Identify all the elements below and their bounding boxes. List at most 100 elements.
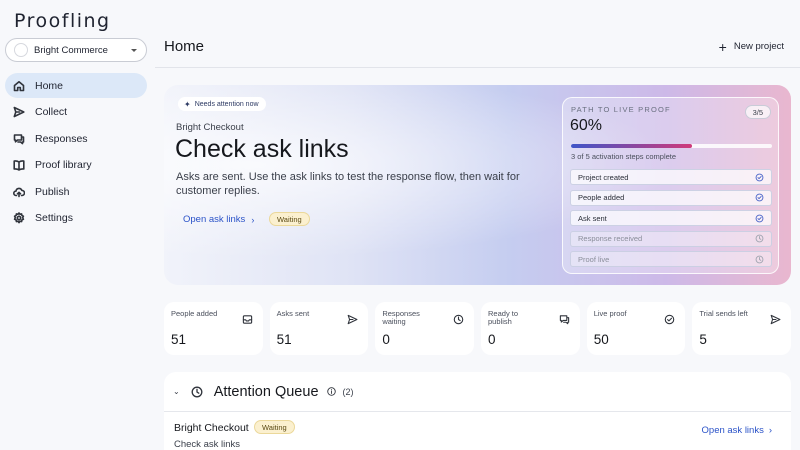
attention-queue-header: ⌄ Attention Queue (2) — [164, 372, 791, 412]
book-icon — [13, 160, 25, 171]
path-step-label: Response received — [578, 234, 643, 243]
sidebar-item-responses[interactable]: Responses — [5, 126, 147, 151]
plus-icon: + — [718, 38, 727, 55]
status-badge: Waiting — [254, 420, 295, 434]
queue-open-ask-links-link[interactable]: Open ask links › — [702, 425, 772, 436]
sidebar-item-label: Responses — [35, 132, 88, 145]
stat-card: Live proof 50 — [586, 302, 686, 355]
stat-label: People added — [171, 309, 218, 318]
stat-value: 0 — [382, 332, 390, 347]
sidebar: Proofling Bright Commerce Home Collect R… — [0, 0, 155, 450]
sidebar-item-label: Proof library — [35, 159, 92, 171]
hero-description: Asks are sent. Use the ask links to test… — [176, 171, 520, 197]
hero-project-name: Bright Checkout — [176, 122, 244, 133]
stat-value: 51 — [276, 332, 292, 347]
clock-icon — [453, 314, 464, 325]
path-steps-summary: 3 of 5 activation steps complete — [571, 152, 677, 161]
home-icon — [13, 80, 25, 91]
info-icon[interactable] — [326, 387, 336, 396]
sidebar-item-home[interactable]: Home — [5, 73, 147, 98]
path-to-live-panel: PATH TO LIVE PROOF 3/5 60% 3 of 5 activa… — [562, 97, 779, 274]
stat-label: Responses waiting — [382, 309, 420, 326]
send-icon — [770, 314, 781, 325]
stat-card: Asks sent 51 — [269, 302, 369, 355]
clock-icon — [755, 255, 764, 263]
path-step: Proof live — [570, 251, 772, 267]
path-step: People added — [570, 189, 772, 206]
gear-icon — [13, 212, 25, 224]
app-logo[interactable]: Proofling — [14, 10, 111, 32]
attention-hero-card: ✦ Needs attention now Bright Checkout Ch… — [164, 85, 791, 285]
sidebar-nav: Home Collect Responses Proof library Pub… — [5, 73, 147, 232]
workspace-avatar — [14, 43, 28, 57]
path-step-count-badge: 3/5 — [744, 105, 771, 119]
stats-row: People added 51 Asks sent 51 Responses waiti… — [164, 302, 792, 355]
sidebar-item-collect[interactable]: Collect — [5, 100, 147, 125]
chat-icon — [559, 315, 569, 325]
stat-value: 5 — [699, 332, 707, 347]
sidebar-item-label: Collect — [35, 106, 68, 118]
path-step-label: Project created — [578, 172, 629, 182]
workspace-name: Bright Commerce — [34, 44, 108, 56]
check-circle-icon — [755, 173, 764, 181]
stat-label: Trial sends left — [699, 309, 748, 318]
open-ask-links-label: Open ask links — [183, 214, 246, 225]
stat-card: Trial sends left 5 — [692, 302, 792, 355]
sidebar-item-proof-library[interactable]: Proof library — [5, 153, 147, 178]
check-circle-icon — [755, 193, 764, 202]
sidebar-item-label: Settings — [35, 212, 73, 224]
page-header: Home + New project — [155, 0, 800, 68]
workspace-switcher[interactable]: Bright Commerce — [5, 38, 147, 62]
stat-label: Live proof — [593, 309, 627, 318]
send-icon — [347, 314, 358, 325]
stat-card: Ready to publish 0 — [481, 302, 580, 355]
path-step-label: Ask sent — [578, 213, 607, 223]
collapse-chevron-icon[interactable]: ⌄ — [173, 387, 180, 396]
new-project-label: New project — [733, 41, 784, 52]
chevron-right-icon: › — [251, 214, 255, 225]
path-step: Ask sent — [570, 210, 772, 226]
stat-label: Ready to publish — [488, 309, 519, 326]
queue-row-title: Bright Checkout — [174, 422, 249, 434]
path-progress-bar — [571, 144, 772, 148]
caret-down-icon — [131, 48, 137, 52]
open-ask-links-link[interactable]: Open ask links › — [183, 214, 254, 225]
stat-value: 0 — [488, 332, 496, 347]
stat-card: Responses waiting 0 — [375, 302, 475, 355]
page-title: Home — [164, 38, 205, 55]
path-step: Project created — [570, 169, 772, 185]
sidebar-item-publish[interactable]: Publish — [5, 179, 147, 204]
path-progress-fill — [571, 144, 692, 148]
path-steps-list: Project created People added Ask sent Respo… — [570, 169, 772, 272]
needs-attention-pill: ✦ Needs attention now — [178, 97, 266, 111]
attention-queue-title: Attention Queue — [213, 383, 319, 400]
stat-card: People added 51 — [164, 302, 263, 355]
new-project-button[interactable]: + New project — [718, 38, 784, 55]
queue-row: Bright Checkout Waiting Check ask links … — [164, 412, 791, 450]
sidebar-item-settings[interactable]: Settings — [5, 206, 147, 231]
upload-cloud-icon — [13, 187, 25, 197]
inbox-icon — [242, 315, 252, 324]
stat-value: 50 — [593, 332, 609, 347]
queue-link-label: Open ask links — [701, 425, 764, 436]
path-step-label: Proof live — [578, 254, 610, 264]
path-label: PATH TO LIVE PROOF — [571, 105, 671, 114]
stat-value: 51 — [171, 332, 187, 347]
status-badge: Waiting — [269, 212, 310, 226]
path-step-label: People added — [578, 193, 625, 202]
sidebar-item-label: Publish — [35, 185, 70, 198]
send-icon — [13, 106, 25, 118]
queue-row-subtitle: Check ask links — [174, 439, 240, 450]
chat-icon — [13, 133, 25, 144]
sparkle-icon: ✦ — [184, 99, 191, 109]
clock-icon — [755, 234, 764, 243]
attention-queue: ⌄ Attention Queue (2) Bright Checkout Wa… — [164, 372, 791, 450]
path-percent: 60% — [570, 117, 603, 134]
check-circle-icon — [755, 214, 764, 222]
attention-queue-count: (2) — [342, 386, 354, 397]
clock-icon — [191, 386, 203, 397]
stat-label: Asks sent — [276, 309, 310, 318]
hero-title: Check ask links — [175, 135, 349, 163]
sidebar-item-label: Home — [35, 79, 64, 92]
needs-attention-label: Needs attention now — [194, 100, 259, 108]
